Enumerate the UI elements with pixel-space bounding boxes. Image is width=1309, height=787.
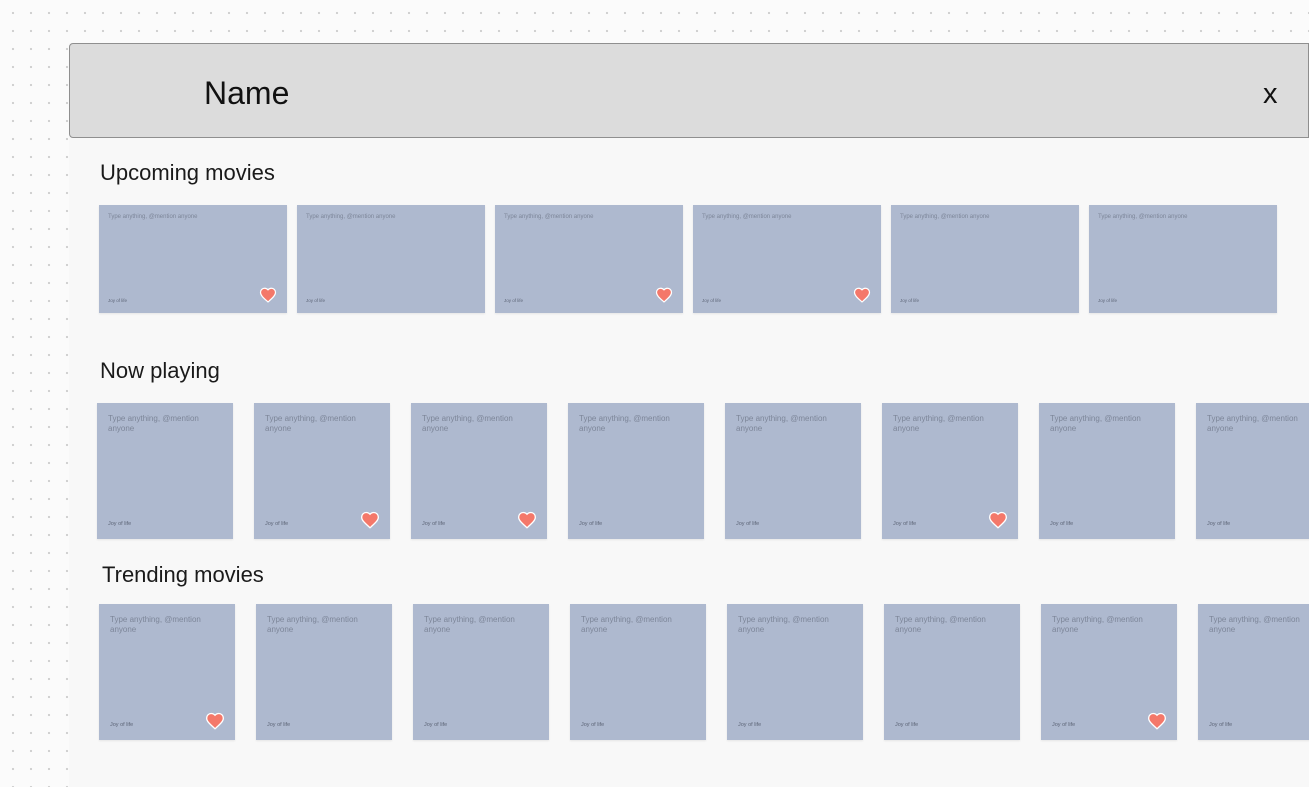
heart-icon[interactable]	[517, 510, 537, 530]
card-description: Type anything, @mention anyone	[736, 414, 827, 434]
movie-card[interactable]: Type anything, @mention anyone Joy of lif…	[1196, 403, 1309, 539]
card-subtitle: Joy of life	[895, 722, 919, 728]
movie-card[interactable]: Type anything, @mention anyone Joy of lif…	[1198, 604, 1309, 740]
movies-panel: Name x Upcoming movies Type anything, @m…	[69, 43, 1309, 787]
section-title: Trending movies	[102, 562, 264, 587]
card-subtitle: Joy of life	[424, 722, 448, 728]
card-description: Type anything, @mention anyone	[504, 214, 594, 220]
card-description: Type anything, @mention anyone	[424, 615, 515, 635]
card-subtitle: Joy of life	[900, 298, 920, 303]
card-subtitle: Joy of life	[581, 722, 605, 728]
card-description: Type anything, @mention anyone	[108, 414, 199, 434]
card-subtitle: Joy of life	[579, 521, 603, 527]
movie-card[interactable]: Type anything, @mention anyone Joy of lif…	[1039, 403, 1175, 539]
card-subtitle: Joy of life	[1209, 722, 1233, 728]
panel-header: Name x	[69, 43, 1309, 138]
card-description: Type anything, @mention anyone	[1098, 214, 1188, 220]
movie-card[interactable]: Type anything, @mention anyone Joy of lif…	[1041, 604, 1177, 740]
card-description: Type anything, @mention anyone	[895, 615, 986, 635]
card-description: Type anything, @mention anyone	[265, 414, 356, 434]
card-subtitle: Joy of life	[422, 521, 446, 527]
card-subtitle: Joy of life	[736, 521, 760, 527]
card-description: Type anything, @mention anyone	[702, 214, 792, 220]
movie-card[interactable]: Type anything, @mention anyone Joy of lif…	[254, 403, 390, 539]
movie-card[interactable]: Type anything, @mention anyone Joy of lif…	[570, 604, 706, 740]
card-subtitle: Joy of life	[738, 722, 762, 728]
section-title: Now playing	[100, 358, 220, 383]
card-description: Type anything, @mention anyone	[108, 214, 198, 220]
movie-card[interactable]: Type anything, @mention anyone Joy of lif…	[727, 604, 863, 740]
card-description: Type anything, @mention anyone	[581, 615, 672, 635]
heart-icon[interactable]	[1147, 711, 1167, 731]
card-description: Type anything, @mention anyone	[1050, 414, 1141, 434]
movie-card[interactable]: Type anything, @mention anyone Joy of lif…	[413, 604, 549, 740]
movie-card[interactable]: Type anything, @mention anyone Joy of lif…	[693, 205, 881, 313]
movie-card[interactable]: Type anything, @mention anyone Joy of lif…	[297, 205, 485, 313]
movie-card[interactable]: Type anything, @mention anyone Joy of lif…	[495, 205, 683, 313]
close-button[interactable]: x	[1263, 77, 1278, 111]
card-description: Type anything, @mention anyone	[579, 414, 670, 434]
card-subtitle: Joy of life	[267, 722, 291, 728]
movie-card[interactable]: Type anything, @mention anyone Joy of lif…	[99, 604, 235, 740]
card-description: Type anything, @mention anyone	[1209, 615, 1300, 635]
movie-card[interactable]: Type anything, @mention anyone Joy of lif…	[882, 403, 1018, 539]
heart-icon[interactable]	[259, 286, 277, 304]
card-description: Type anything, @mention anyone	[900, 214, 990, 220]
card-subtitle: Joy of life	[306, 298, 326, 303]
card-description: Type anything, @mention anyone	[893, 414, 984, 434]
movie-card[interactable]: Type anything, @mention anyone Joy of lif…	[725, 403, 861, 539]
heart-icon[interactable]	[360, 510, 380, 530]
card-subtitle: Joy of life	[108, 298, 128, 303]
movie-card[interactable]: Type anything, @mention anyone Joy of lif…	[256, 604, 392, 740]
card-description: Type anything, @mention anyone	[267, 615, 358, 635]
movie-card[interactable]: Type anything, @mention anyone Joy of lif…	[891, 205, 1079, 313]
heart-icon[interactable]	[205, 711, 225, 731]
card-subtitle: Joy of life	[1098, 298, 1118, 303]
card-subtitle: Joy of life	[108, 521, 132, 527]
heart-icon[interactable]	[853, 286, 871, 304]
card-description: Type anything, @mention anyone	[306, 214, 396, 220]
card-subtitle: Joy of life	[1207, 521, 1231, 527]
movie-card[interactable]: Type anything, @mention anyone Joy of lif…	[411, 403, 547, 539]
card-description: Type anything, @mention anyone	[1052, 615, 1143, 635]
card-description: Type anything, @mention anyone	[738, 615, 829, 635]
card-subtitle: Joy of life	[702, 298, 722, 303]
movie-card[interactable]: Type anything, @mention anyone Joy of lif…	[97, 403, 233, 539]
movie-card[interactable]: Type anything, @mention anyone Joy of lif…	[884, 604, 1020, 740]
card-description: Type anything, @mention anyone	[110, 615, 201, 635]
card-subtitle: Joy of life	[110, 722, 134, 728]
heart-icon[interactable]	[988, 510, 1008, 530]
card-subtitle: Joy of life	[1050, 521, 1074, 527]
card-subtitle: Joy of life	[893, 521, 917, 527]
page-title: Name	[204, 75, 290, 111]
card-description: Type anything, @mention anyone	[422, 414, 513, 434]
movie-card[interactable]: Type anything, @mention anyone Joy of lif…	[99, 205, 287, 313]
movie-card[interactable]: Type anything, @mention anyone Joy of lif…	[1089, 205, 1277, 313]
heart-icon[interactable]	[655, 286, 673, 304]
card-subtitle: Joy of life	[504, 298, 524, 303]
section-title: Upcoming movies	[100, 160, 275, 185]
movie-card[interactable]: Type anything, @mention anyone Joy of lif…	[568, 403, 704, 539]
card-description: Type anything, @mention anyone	[1207, 414, 1298, 434]
card-subtitle: Joy of life	[1052, 722, 1076, 728]
card-subtitle: Joy of life	[265, 521, 289, 527]
